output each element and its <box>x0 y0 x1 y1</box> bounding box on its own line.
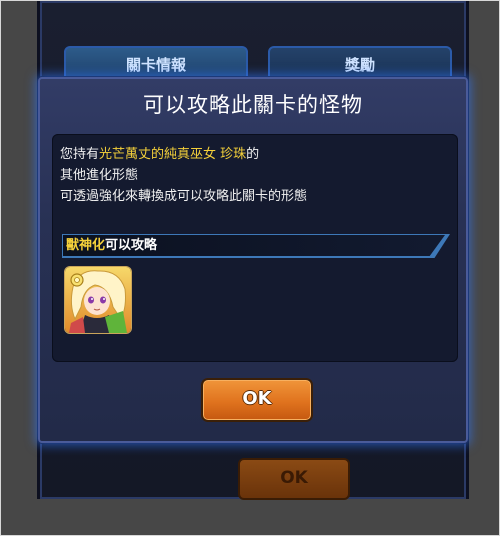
monster-icon[interactable] <box>64 266 132 334</box>
ok-button[interactable]: OK <box>201 378 313 422</box>
dialog-description: 您持有光芒萬丈的純真巫女 珍珠的 其他進化形態 可透過強化來轉換成可以攻略此關卡… <box>60 144 307 207</box>
dialog-title: 可以攻略此關卡的怪物 <box>143 93 363 117</box>
screen-frame: ◂ 關卡情報 ▸ ◂ 獎勵 ▸ OK 可以攻略此關卡的怪物 您持有光芒萬丈的純真… <box>0 0 500 536</box>
form-suffix: 可以攻略 <box>105 238 158 253</box>
form-name: 獸神化 <box>66 238 106 253</box>
tab-stage-info-label: 關卡情報 <box>125 56 186 74</box>
dialog-content-panel: 您持有光芒萬丈的純真巫女 珍珠的 其他進化形態 可透過強化來轉換成可以攻略此關卡… <box>52 134 458 362</box>
description-line-2: 其他進化形態 <box>60 168 139 183</box>
description-prefix: 您持有 <box>60 147 100 162</box>
description-suffix: 的 <box>246 147 260 162</box>
monster-portrait-icon <box>65 267 131 333</box>
form-label: 獸神化可以攻略 <box>66 235 157 256</box>
description-line-3: 可透過強化來轉換成可以攻略此關卡的形態 <box>60 189 308 204</box>
description-line-1: 您持有光芒萬丈的純真巫女 珍珠的 <box>60 144 307 165</box>
background-ok-button: OK <box>238 458 350 500</box>
monster-name: 光芒萬丈的純真巫女 珍珠 <box>99 147 247 162</box>
tab-rewards-label: 獎勵 <box>344 56 375 74</box>
attack-monster-dialog: 可以攻略此關卡的怪物 您持有光芒萬丈的純真巫女 珍珠的 其他進化形態 可透過強化… <box>38 77 468 443</box>
